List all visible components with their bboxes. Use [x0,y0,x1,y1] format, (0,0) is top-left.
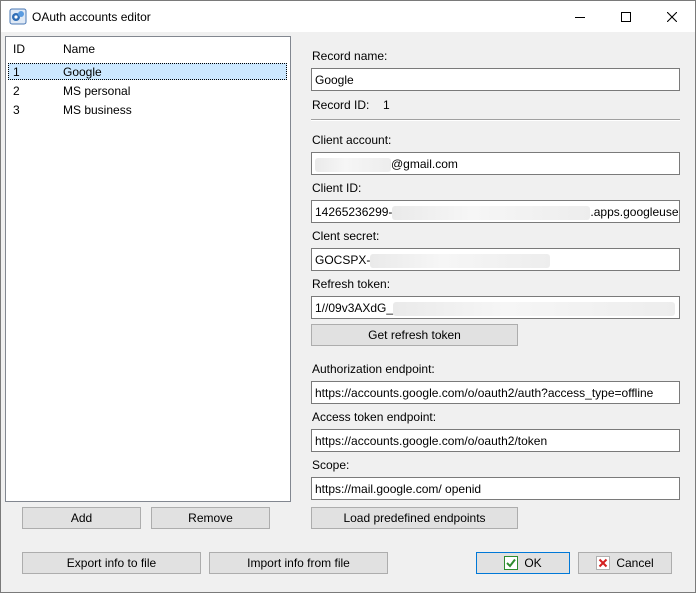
list-item-name: MS business [63,103,132,117]
list-item-id: 2 [13,84,20,98]
redacted-text [370,253,551,268]
client-id-suffix: .apps.googleuser [590,205,680,219]
client-secret-input[interactable]: GOCSPX- [311,248,680,271]
client-id-label: Client ID: [312,181,362,195]
column-header-name[interactable]: Name [63,42,95,56]
close-button[interactable] [649,1,695,32]
list-item[interactable]: 1 Google [8,63,287,80]
client-secret-label: Clent secret: [312,229,380,243]
record-id-value: 1 [383,98,390,112]
client-id-prefix: 14265236299- [315,205,393,219]
token-endpoint-label: Access token endpoint: [312,410,437,424]
list-item-id: 1 [13,65,20,79]
client-account-label: Client account: [312,133,392,147]
maximize-icon [621,11,631,22]
close-icon [667,11,677,22]
accounts-list[interactable]: ID Name 1 Google 2 MS personal 3 MS busi… [5,36,291,502]
column-header-id[interactable]: ID [13,42,25,56]
minimize-button[interactable] [557,1,603,32]
app-icon [9,8,27,25]
refresh-token-input[interactable]: 1//09v3AXdG_ [311,296,680,319]
load-predefined-endpoints-button[interactable]: Load predefined endpoints [311,507,518,529]
check-icon [504,556,519,570]
record-name-input[interactable]: Google [311,68,680,91]
list-item[interactable]: 3 MS business [8,101,287,118]
redacted-text [315,157,391,172]
ok-button[interactable]: OK [476,552,570,574]
cancel-label: Cancel [616,556,654,570]
list-item-id: 3 [13,103,20,117]
cancel-button[interactable]: Cancel [578,552,672,574]
client-secret-prefix: GOCSPX- [315,253,371,267]
record-name-label: Record name: [312,49,388,63]
export-info-button[interactable]: Export info to file [22,552,201,574]
auth-endpoint-input[interactable]: https://accounts.google.com/o/oauth2/aut… [311,381,680,404]
redacted-text [392,205,591,220]
separator [311,119,680,121]
refresh-token-prefix: 1//09v3AXdG_ [315,301,394,315]
redacted-text [393,301,676,316]
client-id-input[interactable]: 14265236299- .apps.googleuser [311,200,680,223]
remove-button[interactable]: Remove [151,507,270,529]
client-account-domain: @gmail.com [391,157,458,171]
maximize-button[interactable] [603,1,649,32]
ok-label: OK [524,556,542,570]
dialog-window: OAuth accounts editor ID Name 1 Google 2… [0,0,696,593]
title-bar[interactable]: OAuth accounts editor [1,1,695,32]
add-button[interactable]: Add [22,507,141,529]
auth-endpoint-label: Authorization endpoint: [312,362,435,376]
token-endpoint-input[interactable]: https://accounts.google.com/o/oauth2/tok… [311,429,680,452]
minimize-icon [575,16,585,18]
list-header: ID Name [6,37,290,59]
refresh-token-label: Refresh token: [312,277,391,291]
window-title: OAuth accounts editor [32,10,151,24]
client-account-input[interactable]: @gmail.com [311,152,680,175]
list-item[interactable]: 2 MS personal [8,82,287,99]
record-id-label: Record ID: [312,98,370,112]
get-refresh-token-button[interactable]: Get refresh token [311,324,518,346]
list-item-name: Google [63,65,102,79]
scope-input[interactable]: https://mail.google.com/ openid [311,477,680,500]
x-icon [596,556,611,570]
import-info-button[interactable]: Import info from file [209,552,388,574]
list-item-name: MS personal [63,84,131,98]
scope-label: Scope: [312,458,350,472]
